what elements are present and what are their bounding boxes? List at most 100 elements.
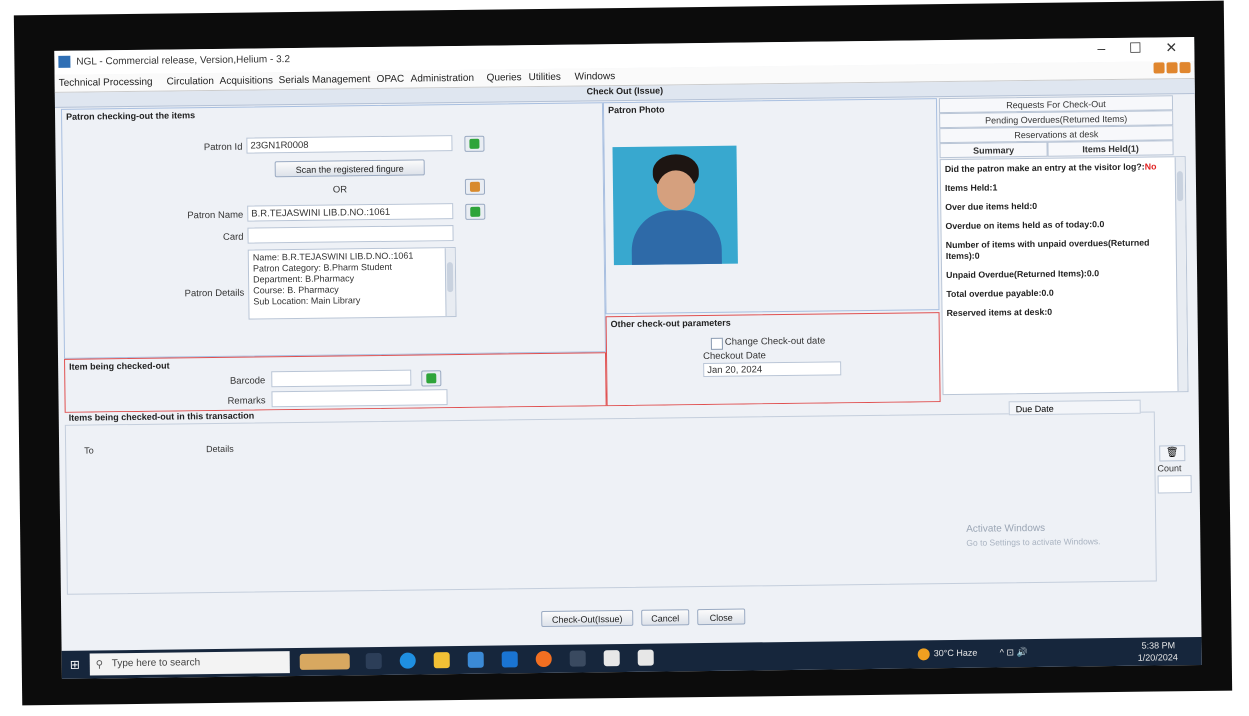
checkout-date-input[interactable]: Jan 20, 2024 — [703, 361, 842, 378]
photo-section-title: Patron Photo — [607, 104, 665, 116]
right-info-panel: Requests For Check-Out Pending Overdues(… — [938, 95, 1191, 399]
due-date-header: Due Date — [1008, 399, 1141, 416]
internal-frame-buttons — [1151, 62, 1191, 76]
patron-name-input[interactable]: B.R.TEJASWINI LIB.D.NO.:1061 — [247, 203, 454, 222]
patron-panel: Patron checking-out the items Patron Id … — [60, 102, 606, 359]
java-app-icon-2[interactable] — [637, 649, 654, 666]
photo-frame: NGL - Commercial release, Version,Helium… — [13, 0, 1233, 706]
system-tray-icons[interactable]: ^ ⊡ 🔊 — [1000, 647, 1028, 658]
firefox-icon[interactable] — [535, 650, 552, 668]
close-icon[interactable] — [1179, 62, 1191, 74]
column-to: To — [84, 445, 94, 456]
minimize-button[interactable]: – — [1086, 40, 1116, 56]
column-details: Details — [206, 443, 234, 455]
menu-circulation[interactable]: Circulation — [167, 76, 214, 88]
go-arrow-icon — [426, 373, 437, 384]
store-icon[interactable] — [467, 651, 484, 668]
mail-icon[interactable] — [501, 651, 518, 668]
patron-photo-panel: Patron Photo — [602, 98, 940, 315]
count-input[interactable] — [1157, 475, 1192, 494]
checkout-params-panel: Other check-out parameters Change Check-… — [605, 312, 941, 407]
unpaid-count-text: Number of items with unpaid overdues(Ret… — [945, 237, 1150, 262]
menu-windows[interactable]: Windows — [575, 71, 616, 82]
visitor-answer: No — [1144, 161, 1157, 172]
unpaid-amount-text: Unpaid Overdue(Returned Items):0.0 — [946, 268, 1100, 281]
summary-box: Did the patron make an entry at the visi… — [939, 156, 1189, 396]
close-button[interactable]: Close — [697, 608, 746, 626]
menu-opac[interactable]: OPAC — [377, 74, 405, 85]
screen: NGL - Commercial release, Version,Helium… — [54, 36, 1202, 679]
item-section-title: Item being checked-out — [69, 360, 170, 372]
window-title: NGL - Commercial release, Version,Helium… — [76, 54, 291, 68]
patron-id-go-button[interactable] — [464, 135, 485, 152]
params-section-title: Other check-out parameters — [610, 317, 731, 330]
fingerprint-icon-button[interactable] — [464, 178, 486, 195]
app-icon — [58, 55, 71, 68]
menu-serials-management[interactable]: Serials Management — [279, 74, 371, 86]
menu-administration[interactable]: Administration — [411, 73, 474, 85]
file-explorer-icon[interactable] — [433, 652, 450, 669]
search-icon: ⚲ — [95, 659, 104, 671]
menu-queries[interactable]: Queries — [487, 72, 522, 83]
barcode-input[interactable] — [271, 369, 412, 388]
card-input[interactable] — [247, 225, 454, 244]
remarks-input[interactable] — [271, 389, 448, 408]
remarks-label: Remarks — [227, 395, 266, 407]
patron-details-label: Patron Details — [184, 287, 245, 300]
transaction-table: To Details — [64, 411, 1157, 595]
activate-windows-subtitle: Go to Settings to activate Windows. — [966, 536, 1101, 548]
terminal-icon[interactable] — [569, 650, 586, 667]
cancel-button[interactable]: Cancel — [641, 609, 690, 626]
reserved-text: Reserved items at desk:0 — [946, 306, 1053, 319]
transaction-section-title: Items being checked-out in this transact… — [68, 410, 255, 423]
checkout-issue-button[interactable]: Check-Out(Issue) — [541, 609, 634, 628]
close-window-button[interactable]: ✕ — [1156, 39, 1186, 56]
visitor-question: Did the patron make an entry at the visi… — [944, 161, 1145, 175]
windows-start-icon[interactable]: ⊞ — [70, 658, 82, 672]
restore-icon[interactable] — [1166, 62, 1178, 74]
maximize-button[interactable]: ☐ — [1120, 40, 1150, 57]
iconify-icon[interactable] — [1153, 62, 1165, 74]
patron-name-go-button[interactable] — [465, 203, 486, 220]
overdue-today-text: Overdue on items held as of today:0.0 — [945, 219, 1105, 232]
news-widget-icon[interactable] — [299, 653, 350, 670]
barcode-label: Barcode — [229, 375, 266, 387]
menu-acquisitions[interactable]: Acquisitions — [220, 75, 273, 87]
scan-fingerprint-button[interactable]: Scan the registered fingure — [274, 159, 425, 178]
delete-row-button[interactable]: 🗑 — [1159, 445, 1186, 462]
patron-id-input[interactable]: 23GN1R0008 — [246, 135, 453, 154]
weather-text[interactable]: 30°C Haze — [934, 648, 978, 659]
taskbar: ⊞ Type here to search ⚲ 30°C Haze ^ ⊡ 🔊 … — [61, 636, 1202, 679]
patron-photo — [612, 145, 738, 266]
taskbar-search-input[interactable]: Type here to search — [89, 651, 290, 676]
barcode-go-button[interactable] — [421, 370, 442, 387]
clock-date[interactable]: 1/20/2024 — [1138, 652, 1178, 662]
patron-details-textarea[interactable]: Name: B.R.TEJASWINI LIB.D.NO.:1061 Patro… — [247, 247, 457, 320]
overdue-items-text: Over due items held:0 — [945, 200, 1038, 213]
details-line: Sub Location: Main Library — [253, 295, 361, 307]
patron-id-label: Patron Id — [203, 141, 243, 154]
go-arrow-icon — [469, 138, 480, 149]
total-overdue-text: Total overdue payable:0.0 — [946, 287, 1054, 300]
menu-utilities[interactable]: Utilities — [529, 72, 561, 83]
summary-text: Did the patron make an entry at the visi… — [941, 157, 1180, 394]
clock-time[interactable]: 5:38 PM — [1142, 640, 1176, 650]
or-text: OR — [332, 184, 348, 196]
checkout-date-label: Checkout Date — [702, 350, 766, 363]
task-view-icon[interactable] — [365, 652, 382, 670]
tab-summary[interactable]: Summary — [939, 141, 1048, 159]
activate-windows-title: Activate Windows — [966, 522, 1046, 535]
change-date-checkbox[interactable] — [710, 337, 723, 350]
weather-icon — [917, 648, 930, 661]
summary-scrollbar[interactable] — [1174, 157, 1188, 392]
menu-technical-processing[interactable]: Technical Processing — [59, 77, 153, 89]
transaction-panel: Items being checked-out in this transact… — [64, 399, 1196, 613]
patron-section-title: Patron checking-out the items — [66, 110, 196, 122]
details-scrollbar[interactable] — [444, 248, 456, 317]
go-arrow-icon — [470, 206, 481, 217]
edge-browser-icon[interactable] — [399, 652, 416, 669]
tab-items-held[interactable]: Items Held(1) — [1047, 140, 1174, 157]
count-label: Count — [1157, 463, 1182, 474]
item-panel: Item being checked-out Barcode Remarks — [64, 352, 607, 413]
java-app-icon[interactable] — [603, 650, 620, 667]
